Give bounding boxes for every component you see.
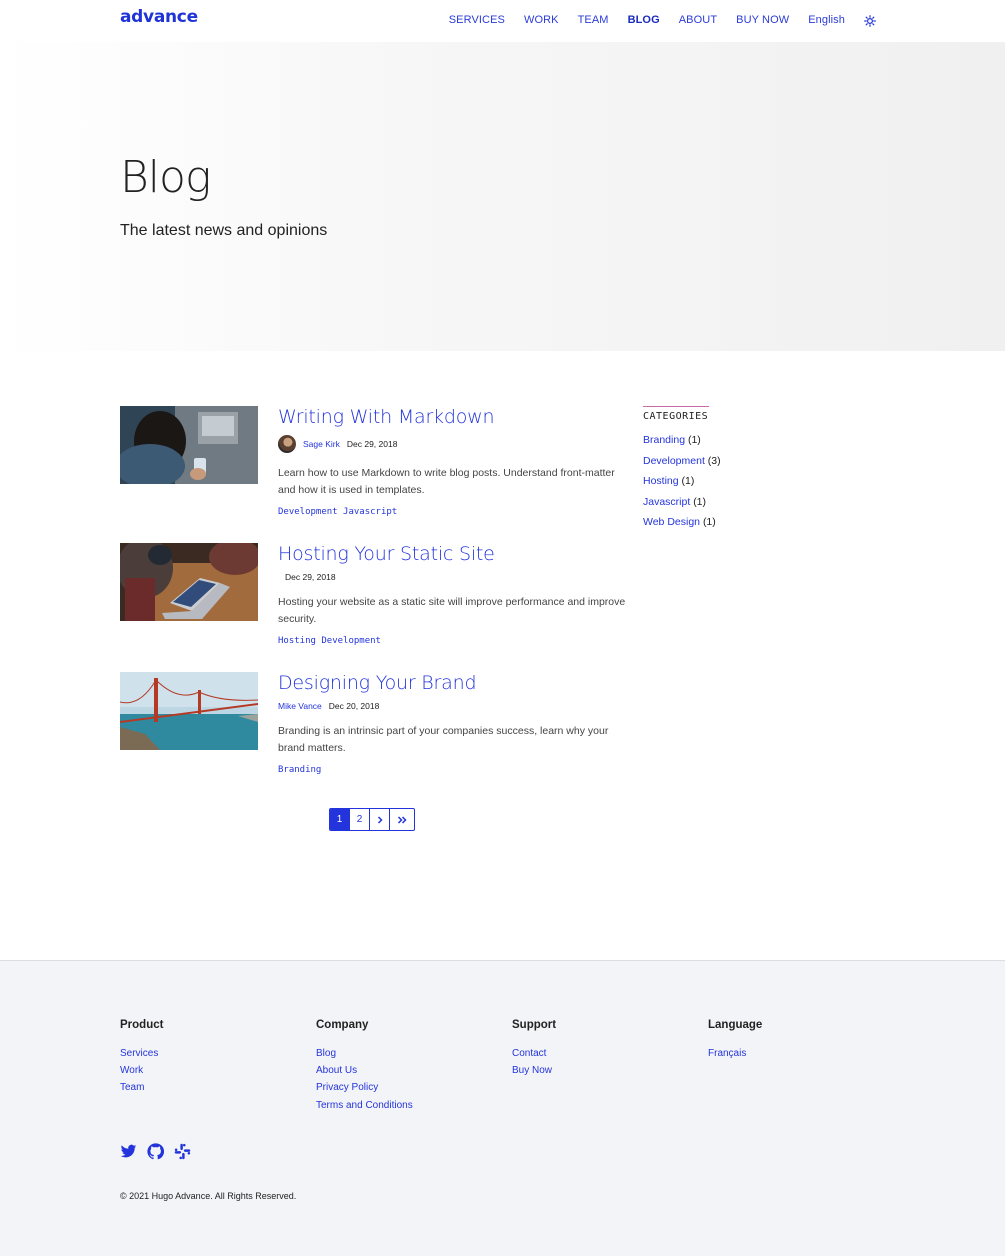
post-excerpt: Hosting your website as a static site wi… [278,596,626,625]
tag-link[interactable]: Javascript [343,507,397,517]
post-title[interactable]: Designing Your Brand [278,672,630,694]
category-count: (3) [707,454,721,467]
category-link-development[interactable]: Development [643,455,705,467]
category-item: Branding (1) [643,434,843,455]
double-chevron-right-icon [397,815,407,824]
footer-column-product: Product Services Work Team [120,1019,163,1100]
category-count: (1) [687,434,701,446]
social-links [120,1143,201,1160]
page-1-button[interactable]: 1 [330,809,350,830]
nav-services[interactable]: SERVICES [449,14,505,26]
footer-column-title: Language [708,1019,763,1031]
category-count: (1) [702,516,716,529]
footer-link-team[interactable]: Team [120,1082,163,1099]
post-excerpt: Learn how to use Markdown to write blog … [278,467,615,496]
footer-link-contact[interactable]: Contact [512,1048,556,1065]
nav-buy-now[interactable]: BUY NOW [736,14,789,26]
chevron-right-icon [377,815,383,824]
post-author[interactable]: Mike Vance [278,701,322,711]
categories-sidebar: CATEGORIES Branding (1) Development (3) … [643,406,843,537]
category-count: (1) [693,495,707,508]
footer-column-title: Company [316,1019,369,1031]
github-icon[interactable] [147,1143,165,1160]
footer-column-company: Company Blog About Us Privacy Policy Ter… [316,1019,413,1117]
tag-link[interactable]: Branding [278,765,321,775]
post-meta: Sage Kirk Dec 29, 2018 [278,435,630,453]
tag-link[interactable]: Development [321,636,381,646]
post-author[interactable]: Sage Kirk [303,439,340,449]
post-meta: Mike Vance Dec 20, 2018 [278,701,630,711]
footer-column-language: Language Français [708,1019,762,1065]
category-list: Branding (1) Development (3) Hosting (1)… [643,434,843,537]
avatar [278,435,296,453]
last-page-button[interactable] [390,809,414,830]
site-footer: Product Services Work Team Company Blog … [0,960,1005,1256]
footer-link-privacy-policy[interactable]: Privacy Policy [316,1082,413,1099]
footer-link-terms[interactable]: Terms and Conditions [316,1100,413,1117]
category-link-web-design[interactable]: Web Design [643,516,700,528]
categories-heading: CATEGORIES [643,411,709,422]
page-2-button[interactable]: 2 [350,809,370,830]
footer-link-francais[interactable]: Français [708,1048,762,1065]
nav-about[interactable]: ABOUT [679,14,717,26]
footer-column-title: Product [120,1019,164,1031]
post-thumbnail-train[interactable] [120,406,258,484]
language-selector[interactable]: English [808,14,845,26]
post-thumbnail-bridge[interactable] [120,672,258,750]
hero-section: Blog The latest news and opinions [0,42,1005,351]
post-thumbnail-laptop[interactable] [120,543,258,621]
post-tags: Development Javascript [278,507,630,517]
post-tags: Hosting Development [278,636,630,646]
post-excerpt: Branding is an intrinsic part of your co… [278,725,609,754]
footer-link-services[interactable]: Services [120,1048,163,1065]
footer-column-support: Support Contact Buy Now [512,1019,556,1082]
pagination: 1 2 [329,808,415,831]
footer-link-about-us[interactable]: About Us [316,1065,413,1082]
twitter-icon[interactable] [120,1143,137,1160]
post-title[interactable]: Hosting Your Static Site [278,543,630,565]
category-count: (1) [681,475,695,488]
site-logo[interactable]: advance [120,7,198,27]
tag-link[interactable]: Development [278,507,338,517]
post-tags: Branding [278,765,630,775]
slack-icon[interactable] [174,1143,191,1160]
category-item: Web Design (1) [643,516,843,537]
site-header: advance SERVICES WORK TEAM BLOG ABOUT BU… [0,0,1005,42]
category-divider [643,406,709,407]
copyright: © 2021 Hugo Advance. All Rights Reserved… [120,1191,297,1201]
footer-column-title: Support [512,1019,557,1031]
category-link-branding[interactable]: Branding [643,434,685,446]
nav-team[interactable]: TEAM [578,14,609,26]
page-title: Blog [120,152,211,203]
category-item: Hosting (1) [643,475,843,496]
footer-link-work[interactable]: Work [120,1065,163,1082]
footer-link-buy-now[interactable]: Buy Now [512,1065,556,1082]
post-title[interactable]: Writing With Markdown [278,406,630,428]
post-meta: Dec 29, 2018 [285,572,630,582]
post-date: Dec 29, 2018 [285,572,336,582]
post-date: Dec 20, 2018 [328,701,380,711]
category-item: Development (3) [643,455,843,476]
tag-link[interactable]: Hosting [278,636,316,646]
nav-work[interactable]: WORK [524,14,559,26]
next-page-button[interactable] [370,809,390,830]
category-link-hosting[interactable]: Hosting [643,475,679,487]
page-subtitle: The latest news and opinions [120,222,328,239]
category-link-javascript[interactable]: Javascript [643,496,690,508]
footer-link-blog[interactable]: Blog [316,1048,413,1065]
post-date: Dec 29, 2018 [346,439,398,449]
theme-toggle-icon[interactable] [864,14,876,27]
main-nav: SERVICES WORK TEAM BLOG ABOUT BUY NOW En… [430,14,876,27]
category-item: Javascript (1) [643,496,843,517]
nav-blog[interactable]: BLOG [628,14,660,26]
